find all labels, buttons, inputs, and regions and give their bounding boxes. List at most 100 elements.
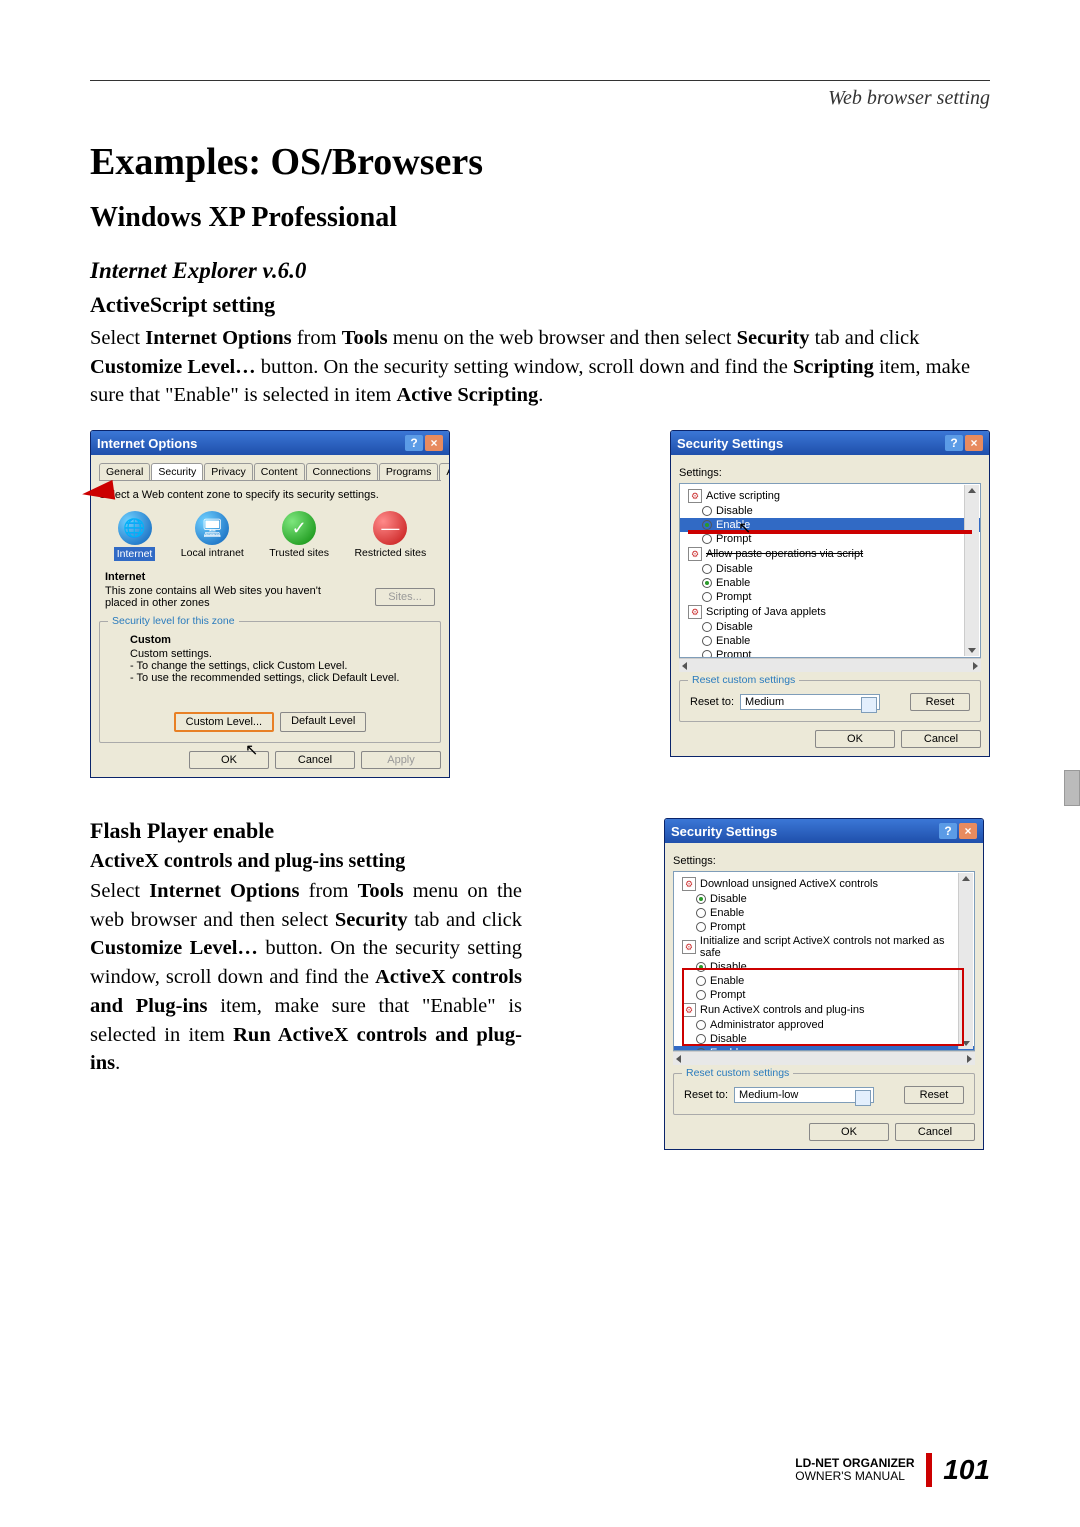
ok-button[interactable]: OK xyxy=(189,751,269,769)
scrollbar-vertical[interactable] xyxy=(964,485,979,656)
tree-option[interactable]: Administrator approved xyxy=(674,1018,974,1032)
radio-icon[interactable] xyxy=(702,636,712,646)
tree-option[interactable]: Disable xyxy=(680,562,980,576)
tree-option[interactable]: Enable xyxy=(680,634,980,648)
tree-option[interactable]: Prompt xyxy=(680,648,980,658)
tab-general[interactable]: General xyxy=(99,463,150,480)
tree-option[interactable]: Disable xyxy=(674,960,974,974)
tab-security[interactable]: Security xyxy=(151,463,203,480)
sites-button[interactable]: Sites... xyxy=(375,588,435,606)
dialog-title: Security Settings xyxy=(677,436,783,451)
scrollbar-horizontal[interactable] xyxy=(679,658,981,672)
radio-icon[interactable] xyxy=(702,520,712,530)
apply-button[interactable]: Apply xyxy=(361,751,441,769)
tree-option[interactable]: Prompt xyxy=(680,590,980,604)
help-icon[interactable]: ? xyxy=(405,435,423,451)
reset-group-title: Reset custom settings xyxy=(682,1067,793,1079)
tree-option[interactable]: Enable xyxy=(680,576,980,590)
cancel-button[interactable]: Cancel xyxy=(901,730,981,748)
radio-icon[interactable] xyxy=(702,578,712,588)
radio-icon[interactable] xyxy=(696,962,706,972)
settings-tree[interactable]: ⚙Active scriptingDisableEnablePrompt⚙All… xyxy=(679,483,981,658)
gear-icon: ⚙ xyxy=(688,605,702,619)
radio-icon[interactable] xyxy=(702,564,712,574)
activescript-paragraph: Select Internet Options from Tools menu … xyxy=(90,324,990,410)
page-thumb-index xyxy=(1064,770,1080,806)
zone-restricted[interactable]: — Restricted sites xyxy=(354,511,426,561)
tab-content[interactable]: Content xyxy=(254,463,305,480)
browser-heading: Internet Explorer v.6.0 xyxy=(90,258,990,284)
default-level-button[interactable]: Default Level xyxy=(280,712,366,732)
help-icon[interactable]: ? xyxy=(945,435,963,451)
activex-heading: ActiveX controls and plug-ins setting xyxy=(90,850,522,873)
footer-product: LD-NET ORGANIZER xyxy=(795,1456,914,1470)
tree-option[interactable]: Disable xyxy=(674,1032,974,1046)
tab-connections[interactable]: Connections xyxy=(306,463,378,480)
tree-category: ⚙Allow paste operations via script xyxy=(680,546,980,562)
tree-category: ⚙Run ActiveX controls and plug-ins xyxy=(674,1002,974,1018)
radio-icon[interactable] xyxy=(696,894,706,904)
radio-icon[interactable] xyxy=(696,922,706,932)
reset-to-label: Reset to: xyxy=(690,696,734,708)
radio-icon[interactable] xyxy=(696,1020,706,1030)
tab-programs[interactable]: Programs xyxy=(379,463,439,480)
tree-option[interactable]: Prompt xyxy=(674,988,974,1002)
security-settings-dialog-2: Security Settings ? × Settings: ⚙Downloa… xyxy=(664,818,984,1150)
gear-icon: ⚙ xyxy=(682,1003,696,1017)
radio-icon[interactable] xyxy=(702,622,712,632)
stop-icon: — xyxy=(373,511,407,545)
scrollbar-vertical[interactable] xyxy=(958,873,973,1049)
tree-option[interactable]: Enable xyxy=(674,974,974,988)
internet-options-dialog: Internet Options ? × General Security Pr… xyxy=(90,430,450,778)
tabs: General Security Privacy Content Connect… xyxy=(99,463,441,481)
tree-option[interactable]: Disable xyxy=(680,620,980,634)
reset-button[interactable]: Reset xyxy=(910,693,970,711)
custom-heading: Custom xyxy=(130,634,430,646)
close-icon[interactable]: × xyxy=(425,435,443,451)
reset-group-title: Reset custom settings xyxy=(688,674,799,686)
tree-option[interactable]: Enable xyxy=(674,906,974,920)
tree-category: ⚙Scripting of Java applets xyxy=(680,604,980,620)
reset-to-label: Reset to: xyxy=(684,1089,728,1101)
tree-option[interactable]: Disable xyxy=(674,892,974,906)
custom-level-button[interactable]: Custom Level... xyxy=(174,712,274,732)
tree-option[interactable]: Disable xyxy=(680,504,980,518)
ok-button[interactable]: OK xyxy=(809,1123,889,1141)
scrollbar-horizontal[interactable] xyxy=(673,1051,975,1065)
radio-icon[interactable] xyxy=(696,976,706,986)
zone-intranet[interactable]: 🖥 Local intranet xyxy=(181,511,244,561)
radio-icon[interactable] xyxy=(702,592,712,602)
gear-icon: ⚙ xyxy=(682,877,696,891)
close-icon[interactable]: × xyxy=(959,823,977,839)
reset-combo[interactable]: Medium-low xyxy=(734,1087,874,1103)
ok-button[interactable]: OK xyxy=(815,730,895,748)
radio-icon[interactable] xyxy=(696,908,706,918)
radio-icon[interactable] xyxy=(702,534,712,544)
gear-icon: ⚙ xyxy=(688,547,702,561)
radio-icon[interactable] xyxy=(702,650,712,658)
cancel-button[interactable]: Cancel xyxy=(895,1123,975,1141)
reset-combo[interactable]: Medium xyxy=(740,694,880,710)
check-icon: ✓ xyxy=(282,511,316,545)
cancel-button[interactable]: Cancel xyxy=(275,751,355,769)
tree-option[interactable]: Prompt xyxy=(674,920,974,934)
tab-privacy[interactable]: Privacy xyxy=(204,463,252,480)
zone-title: Internet xyxy=(105,571,435,583)
radio-icon[interactable] xyxy=(702,506,712,516)
radio-icon[interactable] xyxy=(696,1034,706,1044)
help-icon[interactable]: ? xyxy=(939,823,957,839)
gear-icon: ⚙ xyxy=(688,489,702,503)
tree-option[interactable]: Prompt xyxy=(680,532,980,546)
radio-icon[interactable] xyxy=(696,990,706,1000)
tab-advanced[interactable]: Advanced xyxy=(439,463,450,480)
dialog-title: Internet Options xyxy=(97,436,197,451)
zone-trusted[interactable]: ✓ Trusted sites xyxy=(269,511,329,561)
close-icon[interactable]: × xyxy=(965,435,983,451)
groupbox-title: Security level for this zone xyxy=(108,615,239,627)
reset-button[interactable]: Reset xyxy=(904,1086,964,1104)
activex-paragraph: Select Internet Options from Tools menu … xyxy=(90,877,522,1078)
settings-tree[interactable]: ⚙Download unsigned ActiveX controlsDisab… xyxy=(673,871,975,1051)
tree-option[interactable]: Enable xyxy=(680,518,980,532)
zone-internet[interactable]: 🌐 Internet xyxy=(114,511,156,561)
zone-intro: Select a Web content zone to specify its… xyxy=(99,489,441,501)
